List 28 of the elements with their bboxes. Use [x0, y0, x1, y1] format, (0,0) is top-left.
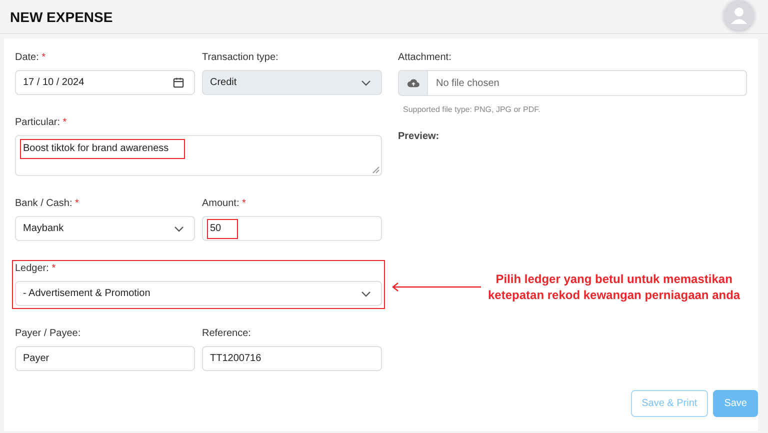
calendar-icon[interactable]: [173, 77, 184, 88]
resize-handle-icon[interactable]: [372, 166, 380, 174]
field-label: Bank / Cash: *: [15, 198, 80, 210]
arrow-icon: [392, 282, 482, 292]
cloud-upload-icon[interactable]: [399, 71, 428, 95]
annotation-text: Pilih ledger yang betul untuk memastikan ketepatan rekod kewangan perniagaan anda: [488, 271, 740, 303]
input-field[interactable]: Payer: [15, 346, 195, 371]
field-label: Ledger: *: [15, 263, 57, 275]
field-label: Amount: *: [202, 198, 247, 210]
field-label: Reference:: [202, 328, 252, 340]
dropdown[interactable]: - Advertisement & Promotion: [15, 281, 382, 306]
chevron-down-icon: [361, 80, 371, 86]
file-input[interactable]: No file chosen: [398, 70, 747, 96]
input-field[interactable]: 50: [202, 216, 382, 241]
field-label: Preview:: [398, 131, 440, 143]
page-title: NEW EXPENSE: [10, 8, 113, 24]
text-area[interactable]: Boost tiktok for brand awareness: [15, 135, 382, 176]
chevron-down-icon: [174, 226, 184, 232]
field-label: Transaction type:: [202, 52, 280, 64]
input-field[interactable]: TT1200716: [202, 346, 382, 371]
field-label: Attachment:: [398, 52, 452, 64]
field-label: Payer / Payee:: [15, 328, 82, 340]
dropdown[interactable]: Maybank: [15, 216, 195, 241]
help-text: Supported file type: PNG, JPG or PDF.: [403, 105, 542, 114]
date-field[interactable]: 17 / 10 / 2024: [15, 70, 195, 95]
field-label: Particular: *: [15, 117, 68, 129]
chevron-down-icon: [361, 290, 371, 296]
field-label: Date: *: [15, 52, 47, 64]
